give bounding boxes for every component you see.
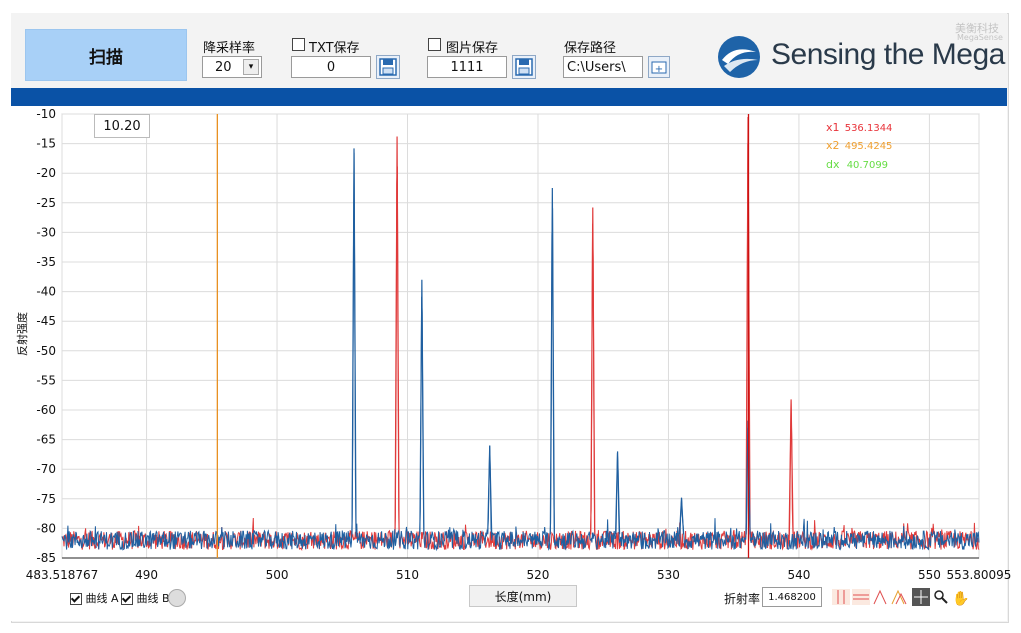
- x-tick-label: 540: [787, 568, 810, 582]
- curve-b-toggle[interactable]: 曲线 B: [121, 590, 170, 606]
- y-tick-label: -75: [36, 492, 56, 506]
- cursor-x1-readout: x1 536.1344: [826, 121, 893, 134]
- curve-a-label: 曲线 A: [85, 592, 119, 605]
- y-tick-label: -65: [36, 433, 56, 447]
- refractive-index-label: 折射率: [724, 592, 761, 606]
- y-tick-label: -70: [36, 462, 56, 476]
- x-tick-label: 520: [527, 568, 550, 582]
- y-tick-label: -40: [36, 285, 56, 299]
- y-tick-label: -60: [36, 403, 56, 417]
- y-tick-label: -55: [36, 373, 56, 387]
- zoom-icon[interactable]: [934, 590, 948, 604]
- x-tick-label: 490: [135, 568, 158, 582]
- x-tick-label: 553.80095: [947, 568, 1012, 582]
- y-tick-label: -15: [36, 137, 56, 151]
- x-tick-label: 530: [657, 568, 680, 582]
- reflection-chart[interactable]: -10 -15 -20 -25 -30 -35 -40 -45 -50 -55 -60 -65 -70 -…: [0, 0, 1021, 633]
- y-tick-label: -45: [36, 314, 56, 328]
- pan-hand-icon[interactable]: ✋: [952, 590, 969, 607]
- y-tick-label: -25: [36, 196, 56, 210]
- cursor-tool-icon[interactable]: [832, 589, 850, 605]
- palette-icon[interactable]: [168, 589, 186, 607]
- peak-tool-icon[interactable]: [873, 589, 887, 605]
- peak-pair-tool-icon[interactable]: [891, 589, 907, 605]
- y-axis-label: 反射强度: [15, 312, 29, 356]
- y-tick-label: -85: [36, 551, 56, 565]
- curve-b-checkbox[interactable]: [121, 593, 133, 605]
- svg-text:✋: ✋: [952, 590, 969, 606]
- crosshair-icon[interactable]: [912, 588, 930, 606]
- curve-b-label: 曲线 B: [136, 592, 170, 605]
- cursor-x2-readout: x2 495.4245: [826, 139, 893, 152]
- y-tick-label: -35: [36, 255, 56, 269]
- x-axis-label: 长度(mm): [469, 585, 577, 607]
- x-tick-label: 500: [266, 568, 289, 582]
- x-tick-label: 483.518767: [26, 568, 99, 582]
- cursor-dx-readout: dx 40.7099: [826, 158, 889, 171]
- plot-background: [61, 113, 980, 559]
- y-max-field[interactable]: 10.20: [94, 114, 150, 138]
- y-tick-label: -80: [36, 521, 56, 535]
- curve-a-toggle[interactable]: 曲线 A: [70, 590, 119, 606]
- y-tick-label: -50: [36, 344, 56, 358]
- hcursor-tool-icon[interactable]: [852, 589, 870, 605]
- refractive-index-input[interactable]: 1.468200: [762, 587, 822, 607]
- x-tick-label: 510: [396, 568, 419, 582]
- x-tick-label: 550: [918, 568, 941, 582]
- graph-palette: ✋: [832, 588, 982, 607]
- y-tick-label: -10: [36, 107, 56, 121]
- y-tick-label: -20: [36, 166, 56, 180]
- curve-a-checkbox[interactable]: [70, 593, 82, 605]
- y-tick-label: -30: [36, 225, 56, 239]
